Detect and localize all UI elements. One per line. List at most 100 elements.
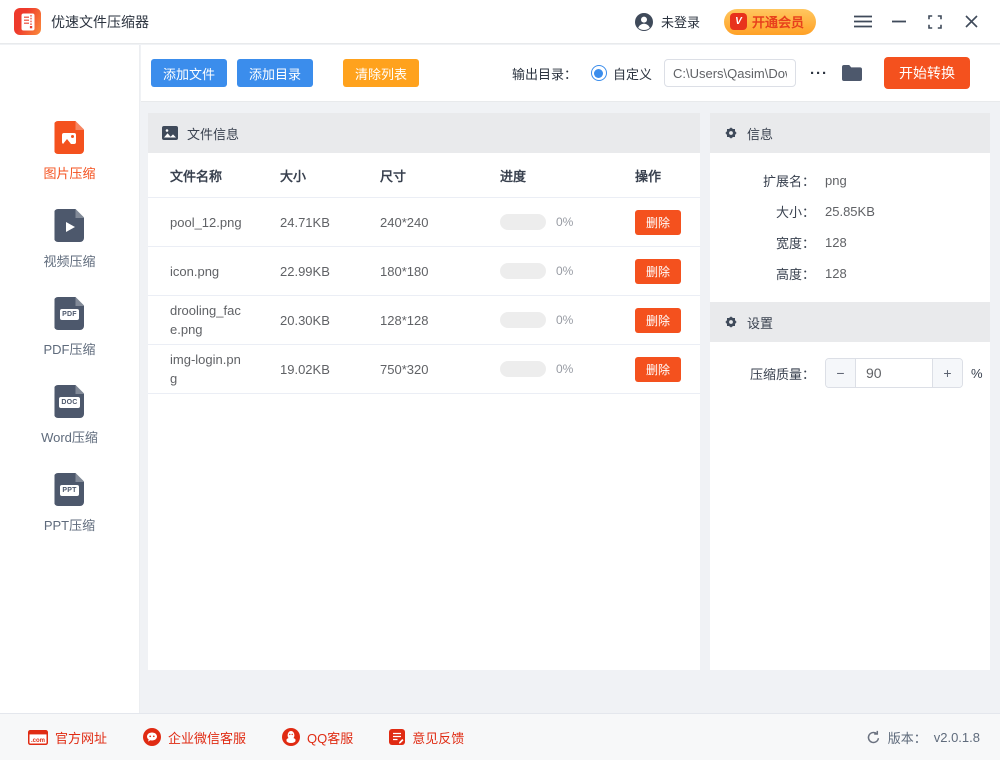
action-cell: 删除	[635, 210, 700, 235]
quantity-stepper: − +	[825, 358, 963, 388]
quality-plus-button[interactable]: +	[932, 359, 962, 387]
footer-link-label: 企业微信客服	[168, 728, 246, 747]
output-dir-label: 输出目录：	[512, 64, 577, 83]
file-name-cell: img-login.png	[148, 350, 280, 388]
footer: .com 官方网址 .com	[0, 713, 1000, 760]
open-vip-label: 开通会员	[752, 12, 804, 31]
file-type-icon	[54, 121, 84, 154]
browse-folder-button[interactable]	[842, 65, 862, 81]
file-name-cell: pool_12.png	[148, 213, 280, 232]
field-label: 高度：	[710, 264, 815, 283]
start-convert-button[interactable]: 开始转换	[884, 57, 970, 89]
version-info: 版本： v2.0.1.8	[866, 728, 980, 747]
sidebar-item[interactable]: PDF PDF压缩	[43, 297, 95, 358]
file-info-panel: 文件信息 文件名称 大小 尺寸 进度 操作 pool_12.png 24.71K…	[148, 113, 700, 670]
info-panel-title: 信息	[747, 124, 773, 143]
menu-button[interactable]	[848, 8, 878, 36]
version-label: 版本：	[888, 728, 927, 747]
titlebar: 优速文件压缩器 未登录 V 开通会员	[0, 0, 1000, 44]
footer-link[interactable]: .com QQ客服	[282, 728, 353, 747]
action-cell: 删除	[635, 357, 700, 382]
delete-button[interactable]: 删除	[635, 357, 681, 382]
footer-link[interactable]: .com 企业微信客服	[143, 728, 246, 747]
sidebar-item[interactable]: PPT PPT压缩	[44, 473, 95, 534]
settings-panel-title: 设置	[747, 313, 773, 332]
table-row: drooling_face.png 20.30KB 128*128 0% 删除	[148, 296, 700, 345]
progress-bar	[500, 214, 546, 230]
action-cell: 删除	[635, 259, 700, 284]
add-directory-button[interactable]: 添加目录	[237, 59, 313, 87]
file-dims-cell: 128*128	[380, 313, 500, 328]
file-name-cell: icon.png	[148, 262, 280, 281]
maximize-icon	[928, 15, 942, 29]
login-status[interactable]: 未登录	[634, 12, 700, 32]
file-size-cell: 22.99KB	[280, 264, 380, 279]
custom-radio[interactable]	[591, 65, 607, 81]
maximize-button[interactable]	[920, 8, 950, 36]
picture-icon	[162, 126, 178, 140]
custom-radio-label: 自定义	[613, 64, 652, 83]
output-path-input[interactable]	[664, 59, 796, 87]
file-dims-cell: 180*180	[380, 264, 500, 279]
app-title: 优速文件压缩器	[51, 12, 149, 32]
info-fields: 扩展名： png 大小： 25.85KB 宽度： 128 高度： 128	[710, 153, 990, 302]
clear-list-button[interactable]: 清除列表	[343, 59, 419, 87]
file-size-cell: 20.30KB	[280, 313, 380, 328]
field-label: 扩展名：	[710, 171, 815, 190]
user-avatar-icon	[634, 12, 654, 32]
footer-links: .com 官方网址 .com	[28, 728, 500, 747]
table-row: icon.png 22.99KB 180*180 0% 删除	[148, 247, 700, 296]
sidebar-item-label: 视频压缩	[43, 251, 95, 270]
file-type-icon: DOC	[54, 385, 84, 418]
footer-link[interactable]: .com 意见反馈	[389, 728, 464, 747]
version-value: v2.0.1.8	[934, 730, 980, 745]
progress-label: 0%	[556, 264, 573, 278]
sidebar-item-label: Word压缩	[41, 427, 98, 446]
col-header-name: 文件名称	[148, 166, 280, 185]
gear-icon	[724, 126, 738, 140]
progress-cell: 0%	[500, 214, 635, 230]
file-type-icon: PPT	[54, 473, 84, 506]
info-field-row: 宽度： 128	[710, 227, 990, 258]
quality-minus-button[interactable]: −	[826, 359, 856, 387]
gear-icon	[724, 315, 738, 329]
info-field-row: 扩展名： png	[710, 165, 990, 196]
table-body: pool_12.png 24.71KB 240*240 0% 删除 icon.p…	[148, 198, 700, 394]
progress-bar	[500, 263, 546, 279]
field-label: 宽度：	[710, 233, 815, 252]
update-refresh-icon	[866, 730, 881, 745]
feedback-icon	[389, 729, 405, 745]
minimize-button[interactable]	[884, 8, 914, 36]
play-glyph-icon	[66, 222, 75, 232]
format-badge: DOC	[59, 397, 79, 408]
sidebar-item[interactable]: 图片压缩	[43, 121, 95, 182]
footer-link-label: 官方网址	[55, 728, 107, 747]
toolbar: 添加文件 添加目录 清除列表 输出目录： 自定义 ··· 开始转换	[141, 45, 1000, 102]
progress-cell: 0%	[500, 312, 635, 328]
sidebar-item[interactable]: DOC Word压缩	[41, 385, 98, 446]
open-vip-button[interactable]: V 开通会员	[724, 9, 816, 35]
file-dims-cell: 750*320	[380, 362, 500, 377]
sidebar-item-label: PDF压缩	[43, 339, 95, 358]
right-panel: 信息 扩展名： png 大小： 25.85KB 宽度： 128 高度： 128	[710, 113, 990, 670]
sidebar-item[interactable]: 视频压缩	[43, 209, 95, 270]
close-button[interactable]	[956, 8, 986, 36]
file-type-icon	[54, 209, 84, 242]
field-value: 25.85KB	[825, 204, 875, 219]
delete-button[interactable]: 删除	[635, 210, 681, 235]
footer-link[interactable]: .com 官方网址	[28, 728, 107, 747]
field-value: 128	[825, 266, 847, 281]
file-size-cell: 24.71KB	[280, 215, 380, 230]
field-label: 大小：	[710, 202, 815, 221]
col-header-progress: 进度	[500, 166, 635, 185]
quality-input[interactable]	[856, 359, 932, 387]
delete-button[interactable]: 删除	[635, 308, 681, 333]
login-status-label: 未登录	[661, 12, 700, 31]
field-value: png	[825, 173, 847, 188]
more-options-button[interactable]: ···	[804, 64, 834, 83]
add-file-button[interactable]: 添加文件	[151, 59, 227, 87]
wechat-service-icon	[143, 728, 161, 746]
delete-button[interactable]: 删除	[635, 259, 681, 284]
info-field-row: 高度： 128	[710, 258, 990, 289]
col-header-dims: 尺寸	[380, 166, 500, 185]
